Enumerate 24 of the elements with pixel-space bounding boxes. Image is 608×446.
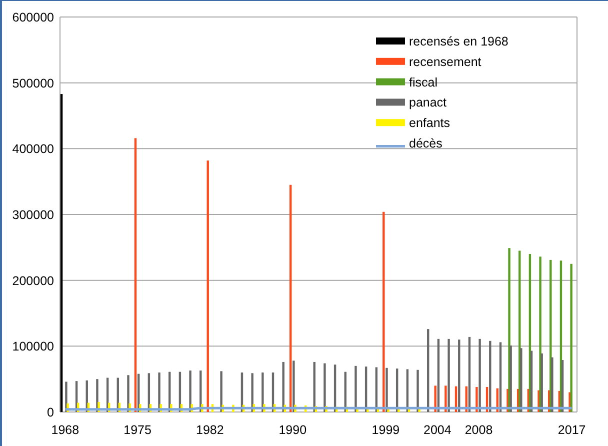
bar xyxy=(232,404,234,412)
legend-label: recensés en 1968 xyxy=(409,34,508,48)
axis-label: 2017 xyxy=(558,423,586,437)
legend-label: recensement xyxy=(409,54,482,69)
axis-label: 600000 xyxy=(12,10,54,24)
legend-label: panact xyxy=(409,96,447,110)
axis-label: 1975 xyxy=(124,423,152,437)
legend-label: fiscal xyxy=(409,75,438,90)
bar xyxy=(211,404,214,412)
axis-label: 300000 xyxy=(12,208,54,222)
axis-label: 1999 xyxy=(372,423,400,437)
axis-label: 500000 xyxy=(12,76,54,90)
axis-label: 2008 xyxy=(464,423,493,437)
axis-label: 200000 xyxy=(12,274,54,288)
axis-label: 1982 xyxy=(196,423,224,437)
axis-label: 100000 xyxy=(12,340,54,354)
axis-label: 1968 xyxy=(51,423,80,437)
legend-label: décès xyxy=(409,136,442,150)
axis-label: 1990 xyxy=(278,423,307,437)
axis-label: 400000 xyxy=(12,142,54,156)
axis-label: 0 xyxy=(47,406,54,420)
legend-label: enfants xyxy=(409,116,450,130)
bar xyxy=(304,405,307,412)
axis-label: 2004 xyxy=(424,423,452,437)
